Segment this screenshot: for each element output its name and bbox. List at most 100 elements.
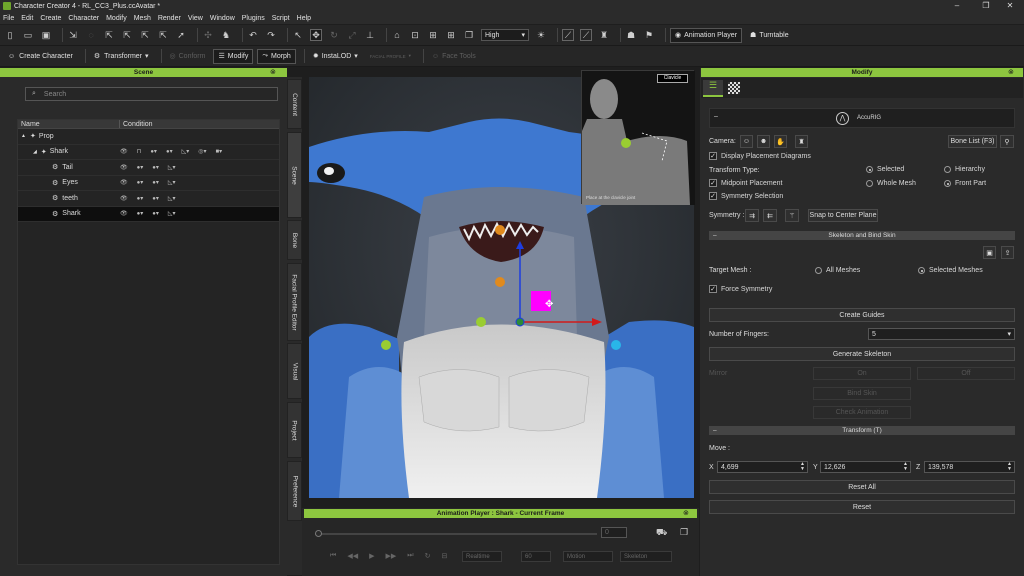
move-y-field[interactable]: 12,626 ▲ ▼	[820, 461, 911, 473]
magic-wand-icon[interactable]: ⚚	[785, 209, 799, 222]
camera-icon[interactable]: ⛟	[656, 527, 667, 539]
menu-character[interactable]: Character	[68, 15, 99, 22]
menu-modify[interactable]: Modify	[106, 15, 127, 22]
minimize-button[interactable]: –	[943, 0, 971, 12]
create-guides-button[interactable]: Create Guides	[709, 308, 1015, 322]
material-icon[interactable]: ■▾	[215, 148, 222, 155]
tree-row-prop[interactable]: ▲ ✦ Prop	[18, 129, 279, 145]
shadow-icon[interactable]: ●▾	[137, 164, 144, 171]
visibility-icon[interactable]: 👁	[120, 148, 128, 155]
check-animation-button[interactable]: Check Animation	[813, 406, 911, 419]
tree-row-shark[interactable]: ◢ ✦ Shark 👁 ⊓ ●▾ ●▾ ◺▾ ◎▾ ■▾	[18, 145, 279, 160]
range-icon[interactable]: ⊟	[441, 552, 447, 560]
force-symmetry-checkbox[interactable]: ✓ Force Symmetry	[709, 285, 772, 293]
tab-visual[interactable]: Visual	[287, 343, 302, 399]
radio-selected[interactable]: Selected	[866, 166, 904, 173]
camera-hand-icon[interactable]: ✋	[774, 135, 787, 148]
morph-button[interactable]: ⤳ Morph	[257, 48, 296, 64]
move-z-field[interactable]: 139,578 ▲ ▼	[924, 461, 1015, 473]
lock-icon[interactable]: ⊓	[137, 148, 142, 155]
import-icon[interactable]: ⇲	[67, 29, 79, 41]
frame-selected-icon[interactable]: ⊞	[427, 29, 439, 41]
face-tools-button[interactable]: ☺ Face Tools	[428, 49, 480, 64]
render-icon[interactable]: ●▾	[166, 148, 173, 155]
sliders-tab-icon[interactable]: ☰	[703, 80, 723, 97]
skeleton-dropdown[interactable]: Skeleton	[620, 551, 672, 562]
bone-view-icon[interactable]: ⟋	[562, 29, 574, 41]
modify-button[interactable]: ☰ Modify	[213, 48, 254, 64]
camera-front-icon[interactable]: ☺	[740, 135, 753, 148]
mirror-on-button[interactable]: On	[813, 367, 911, 380]
save-icon[interactable]: ▣	[40, 29, 52, 41]
menu-edit[interactable]: Edit	[21, 15, 33, 22]
move-x-field[interactable]: 4,699 ▲ ▼	[717, 461, 808, 473]
num-fingers-dropdown[interactable]: 5 ▾	[868, 328, 1015, 340]
open-folder-icon[interactable]: ▭	[22, 29, 34, 41]
frame-field[interactable]: 0	[601, 527, 627, 538]
cull-icon[interactable]: ◺▾	[168, 210, 176, 217]
shadow-icon[interactable]: ●▾	[150, 148, 157, 155]
radio-hierarchy[interactable]: Hierarchy	[944, 166, 985, 173]
modify-close-icon[interactable]: ⊗	[1008, 68, 1014, 76]
scale-icon[interactable]: ⤢	[346, 29, 358, 41]
redo-icon[interactable]: ↷	[265, 29, 277, 41]
mirror-right-icon[interactable]: ⇇	[763, 209, 777, 222]
conform-button[interactable]: ◎ Conform	[166, 49, 210, 64]
snap-icon[interactable]: ✣	[202, 29, 214, 41]
create-character-button[interactable]: ☺ Create Character	[4, 49, 77, 64]
last-frame-icon[interactable]: ⏭	[407, 552, 413, 560]
collapse-minus-icon[interactable]: –	[714, 113, 718, 120]
export-icon[interactable]: ⇱	[103, 29, 115, 41]
tab-scene[interactable]: Scene	[287, 132, 302, 218]
bone-settings-icon[interactable]: ⚲	[1000, 135, 1014, 148]
home-camera-icon[interactable]: ⌂	[391, 29, 403, 41]
pose-icon[interactable]: ♞	[220, 29, 232, 41]
radio-all-meshes[interactable]: All Meshes	[815, 267, 860, 274]
next-frame-icon[interactable]: ▶▶	[385, 552, 396, 560]
menu-window[interactable]: Window	[210, 15, 235, 22]
snap-center-button[interactable]: Snap to Center Plane	[808, 209, 878, 222]
motion-dropdown[interactable]: Motion	[563, 551, 613, 562]
menu-view[interactable]: View	[188, 15, 203, 22]
scene-search-field[interactable]: ⌕ Search	[25, 87, 278, 101]
mirror-left-icon[interactable]: ⇉	[745, 209, 759, 222]
menu-mesh[interactable]: Mesh	[134, 15, 151, 22]
menu-create[interactable]: Create	[40, 15, 61, 22]
scene-close-icon[interactable]: ⊗	[270, 68, 276, 76]
collapse-icon[interactable]: ◢	[33, 149, 37, 155]
tab-project[interactable]: Project	[287, 402, 302, 458]
tab-bone[interactable]: Bone	[287, 220, 302, 260]
visibility-icon[interactable]: 👁	[120, 179, 128, 186]
menu-help[interactable]: Help	[297, 15, 311, 22]
visibility-icon[interactable]: 👁	[120, 164, 128, 171]
reset-button[interactable]: Reset	[709, 500, 1015, 514]
transform-section-header[interactable]: – Transform (T)	[709, 426, 1015, 435]
checker-tab-icon[interactable]	[728, 82, 740, 94]
fps-dropdown[interactable]: 60	[521, 551, 551, 562]
bone-select-icon[interactable]: ⟋	[580, 29, 592, 41]
save-preset-icon[interactable]: ▣	[983, 246, 996, 259]
reset-all-button[interactable]: Reset All	[709, 480, 1015, 494]
timeline-slider[interactable]	[315, 533, 597, 535]
load-preset-icon[interactable]: ⇪	[1001, 246, 1014, 259]
first-frame-icon[interactable]: ⏮	[330, 552, 336, 560]
play-icon[interactable]: ▶	[369, 552, 374, 560]
timeline-handle[interactable]	[315, 530, 322, 537]
display-diagrams-checkbox[interactable]: ✓ Display Placement Diagrams	[709, 152, 811, 160]
reset-icon[interactable]: ◌	[85, 29, 97, 41]
mirror-off-button[interactable]: Off	[917, 367, 1015, 380]
collapse-minus-icon[interactable]: –	[713, 426, 717, 435]
cull-icon[interactable]: ◺▾	[168, 164, 176, 171]
tree-row-teeth[interactable]: ⚙ teeth 👁 ●▾ ●▾ ◺▾	[18, 191, 279, 207]
menu-script[interactable]: Script	[272, 15, 290, 22]
midpoint-checkbox[interactable]: ✓ Midpoint Placement	[709, 179, 782, 187]
visibility-icon[interactable]: 👁	[120, 195, 128, 202]
animation-close-icon[interactable]: ⊗	[683, 509, 689, 517]
render-icon[interactable]: ●▾	[152, 195, 159, 202]
pin-icon[interactable]: ◎▾	[198, 148, 206, 155]
bind-skin-button[interactable]: Bind Skin	[813, 387, 911, 400]
facial-profile-button[interactable]: FACIAL PROFILE ▾	[366, 49, 415, 64]
realtime-dropdown[interactable]: Realtime	[462, 551, 502, 562]
close-button[interactable]: ✕	[996, 0, 1024, 12]
flag-icon[interactable]: ⚑	[643, 29, 655, 41]
